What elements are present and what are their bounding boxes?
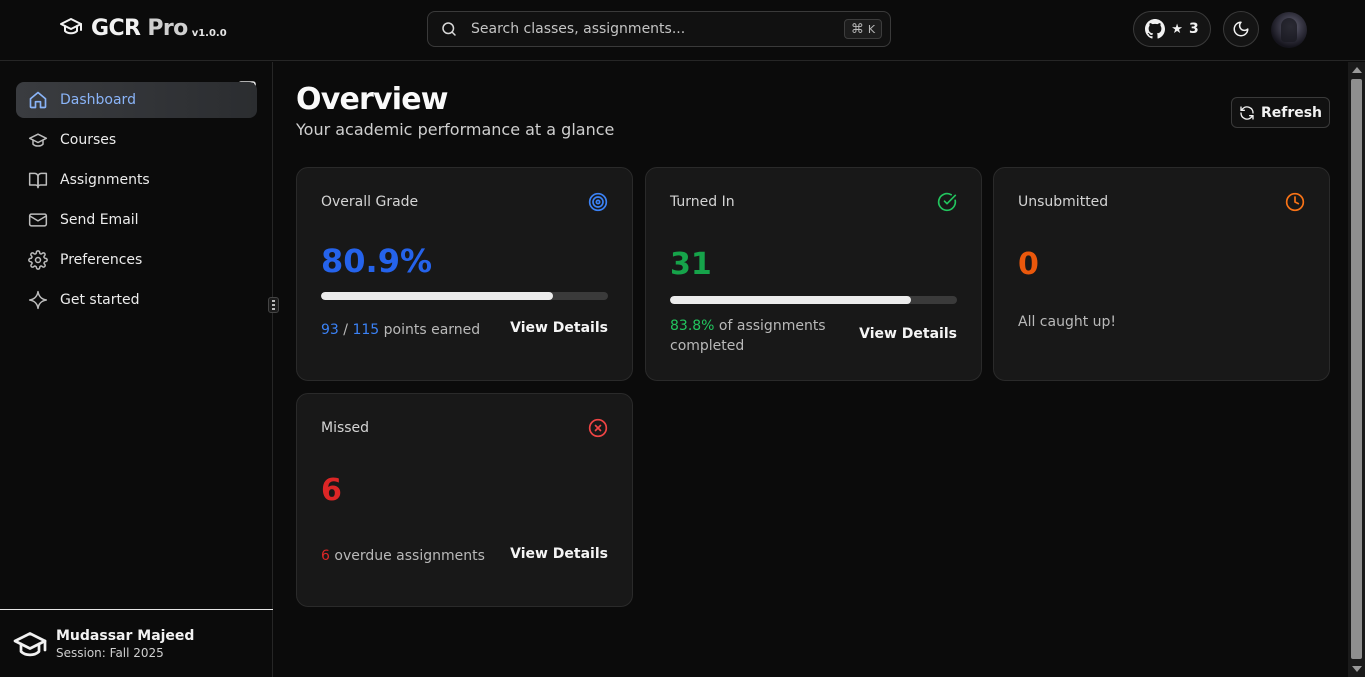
sidebar-item-dashboard[interactable]: Dashboard [16,82,257,118]
sidebar-item-label: Preferences [60,252,143,268]
points-earned: 93 [321,322,339,338]
clock-icon [1285,192,1305,212]
view-details-link[interactable]: View Details [859,326,957,342]
app-name: GCR Pro [91,16,188,41]
search-input[interactable] [471,21,844,37]
github-icon [1145,19,1166,39]
github-star-count: 3 [1188,21,1199,37]
user-avatar[interactable] [1271,12,1307,48]
progress-fill [670,296,911,304]
top-bar: GCR Pro v1.0.0 ⌘ K ★ 3 [0,0,1365,61]
sidebar-item-send-email[interactable]: Send Email [16,202,257,238]
scroll-down-arrow[interactable] [1352,666,1362,672]
sidebar-item-preferences[interactable]: Preferences [16,242,257,278]
sidebar-item-label: Get started [60,292,140,308]
app-version: v1.0.0 [191,28,227,39]
star-icon: ★ [1171,21,1183,37]
card-title: Turned In [670,194,735,210]
scroll-up-arrow[interactable] [1352,67,1362,73]
card-title: Missed [321,420,370,436]
vertical-scrollbar[interactable] [1348,62,1365,677]
card-title: Unsubmitted [1018,194,1109,210]
user-session: Session: Fall 2025 [56,645,164,660]
github-stars-button[interactable]: ★ 3 [1133,11,1211,47]
search-icon [442,22,456,36]
turned-in-progress [670,296,957,304]
page-subtitle: Your academic performance at a glance [296,120,615,139]
graduation-cap-icon [28,133,48,147]
mail-icon [28,213,48,227]
view-details-link[interactable]: View Details [510,546,608,562]
missed-value: 6 [321,473,342,508]
overdue-text: 6 overdue assignments [321,548,485,564]
user-info: Mudassar Majeed Session: Fall 2025 [56,627,194,661]
points-earned-text: 93 / 115 points earned [321,322,481,338]
refresh-label: Refresh [1260,104,1323,121]
card-title: Overall Grade [321,194,419,210]
target-icon [588,192,608,212]
progress-fill [321,292,554,300]
command-key: ⌘ [850,21,864,37]
graduation-cap-icon [13,631,47,656]
check-circle-icon [937,192,957,212]
sidebar-item-courses[interactable]: Courses [16,122,257,158]
refresh-button[interactable]: Refresh [1231,97,1330,128]
gear-icon [28,250,48,270]
theme-toggle-button[interactable] [1223,11,1259,47]
unsubmitted-message: All caught up! [1018,314,1117,330]
x-circle-icon [588,418,608,438]
overall-grade-value: 80.9% [321,242,433,280]
graduation-cap-icon [60,18,82,35]
completion-percent: 83.8% [670,318,715,334]
missed-card: Missed 6 6 overdue assignments View Deta… [296,393,633,607]
app-logo[interactable]: GCR Pro v1.0.0 [59,14,227,41]
home-icon [29,91,47,109]
sidebar-item-label: Dashboard [60,92,136,108]
sidebar-nav: Dashboard Courses Assignments Send Email… [16,82,257,322]
page-title: Overview [296,82,449,117]
turned-in-card: Turned In 31 83.8% of assignments comple… [645,167,982,381]
user-name: Mudassar Majeed [56,627,195,644]
view-details-link[interactable]: View Details [510,320,608,336]
main-content: Overview Your academic performance at a … [275,62,1348,677]
unsubmitted-card: Unsubmitted 0 All caught up! [993,167,1330,381]
sidebar-item-assignments[interactable]: Assignments [16,162,257,198]
sidebar-item-label: Send Email [60,212,139,228]
book-open-icon [28,172,48,189]
keyboard-shortcut-badge: ⌘ K [844,19,882,39]
unsubmitted-value: 0 [1018,247,1039,282]
points-total: 115 [352,322,380,338]
overdue-count: 6 [321,548,330,564]
turned-in-value: 31 [670,247,712,282]
sidebar-item-get-started[interactable]: Get started [16,282,257,318]
sparkle-icon [28,290,48,310]
sidebar-item-label: Courses [60,132,117,148]
completion-text: 83.8% of assignments completed [670,318,826,354]
refresh-icon [1240,105,1254,120]
sidebar: Dashboard Courses Assignments Send Email… [0,62,273,677]
sidebar-item-label: Assignments [60,172,150,188]
user-profile[interactable]: Mudassar Majeed Session: Fall 2025 [0,609,273,677]
search-box[interactable]: ⌘ K [427,11,891,47]
moon-icon [1233,21,1249,37]
scrollbar-thumb[interactable] [1351,79,1362,659]
overall-grade-card: Overall Grade 80.9% 93 / 115 points earn… [296,167,633,381]
shortcut-key: K [867,22,876,36]
overall-grade-progress [321,292,608,300]
